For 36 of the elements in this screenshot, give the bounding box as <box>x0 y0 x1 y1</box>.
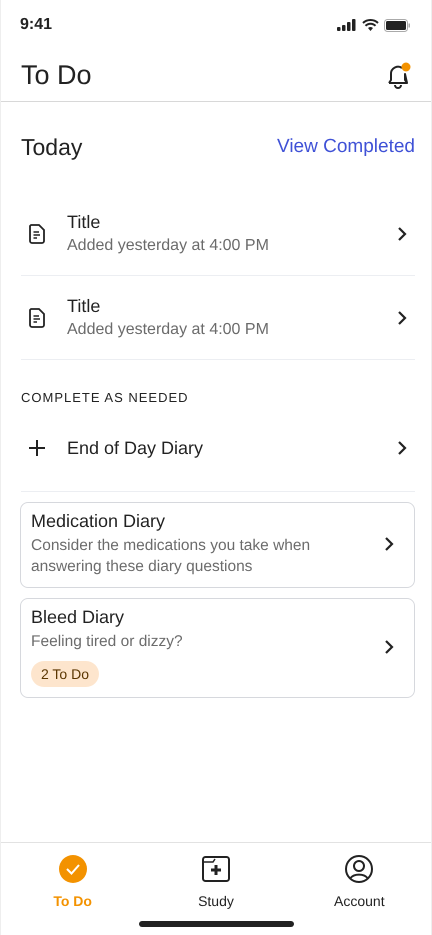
task-title: Title <box>67 212 102 233</box>
diary-description: Consider the medications you take when answering these diary questions <box>31 536 312 577</box>
check-icon <box>58 855 87 883</box>
view-completed-link[interactable]: View Completed <box>276 136 415 158</box>
diary-description: Feeling tired or dizzy? <box>31 632 184 652</box>
folder-plus-icon <box>202 855 230 883</box>
signal-icon <box>337 19 357 31</box>
chevron-icon <box>384 536 394 552</box>
add-diary-row[interactable]: End of Day Diary <box>21 405 415 492</box>
tab[interactable]: Study <box>144 855 288 921</box>
diary-title: Medication Diary <box>31 511 166 532</box>
chevron-icon <box>397 440 407 456</box>
wifi-icon <box>362 19 379 31</box>
document-icon <box>29 224 45 244</box>
task-row[interactable]: Title Added yesterday at 4:00 PM <box>21 192 415 276</box>
diary-title: End of Day Diary <box>67 438 204 458</box>
status-time: 9:41 <box>20 16 52 34</box>
task-subtitle: Added yesterday at 4:00 PM <box>67 321 270 339</box>
task-title: Title <box>67 296 102 317</box>
todo-badge: 2 To Do <box>31 661 99 687</box>
section-label: COMPLETE AS NEEDED <box>21 390 190 405</box>
diary-card[interactable]: Bleed Diary Feeling tired or dizzy? 2 To Do <box>20 598 415 698</box>
section-heading: Today <box>21 134 82 160</box>
task-subtitle: Added yesterday at 4:00 PM <box>67 237 270 255</box>
page-title: To Do <box>21 60 92 91</box>
plus-icon <box>29 440 45 456</box>
diary-title: Bleed Diary <box>31 607 124 628</box>
task-row[interactable]: Title Added yesterday at 4:00 PM <box>21 276 415 360</box>
chevron-icon <box>397 310 407 326</box>
chevron-icon <box>384 639 394 655</box>
document-icon <box>29 308 45 328</box>
tab[interactable]: Account <box>288 855 431 921</box>
chevron-icon <box>397 226 407 242</box>
battery-icon <box>384 18 411 32</box>
account-icon <box>345 855 374 883</box>
diary-card[interactable]: Medication Diary Consider the medications you take when answering these diary questions <box>20 502 415 588</box>
